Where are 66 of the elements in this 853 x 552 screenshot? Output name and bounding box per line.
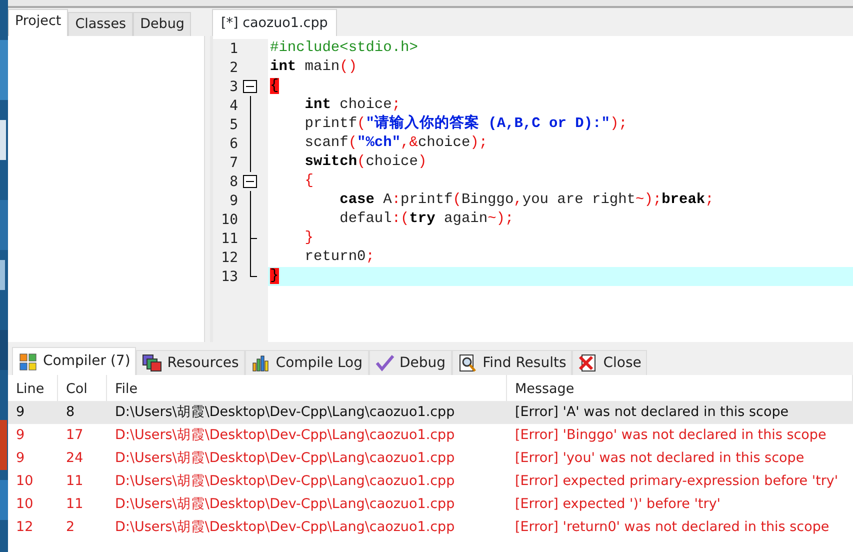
line-number: 4 [228,98,238,114]
table-cell-text: [Error] 'you' was not declared in this scope [514,449,806,468]
code-line: int main() [269,58,358,77]
code-line: return0; [304,248,376,267]
table-cell: 9 [8,401,58,424]
table-cell-text: 10 [15,495,34,514]
table-cell-text: 9 [15,449,26,468]
magnifier-icon [458,354,478,372]
line-number: 3 [228,78,238,94]
table-cell-text: 12 [15,518,34,537]
code-line: } [304,229,315,248]
panel-tab[interactable]: Resources [136,350,245,375]
table-cell-text: [Error] expected primary-expression before 'try' [514,472,840,491]
panel-tab[interactable]: Debug [133,12,192,36]
code-line: switch(choice) [304,153,428,172]
code-line: defaul:(try again~); [338,210,515,229]
close-icon [578,354,598,372]
line-number: 11 [220,230,238,246]
panel-tab[interactable]: Project [8,9,68,36]
panel-tab[interactable]: Classes [68,12,134,36]
check-icon [374,354,395,372]
line-number: 7 [228,154,238,170]
squares-icon [142,354,162,372]
table-cell-text: 9 [15,426,26,445]
table-cell-text: [Error] 'return0' was not declared in this scope [514,518,830,537]
code-line: printf("请输入你的答案 (A,B,C or D):"); [304,115,628,134]
table-cell: [Error] 'A' was not declared in this scope [507,401,853,424]
line-number: 13 [220,268,238,284]
table-cell-text: D:\Users\胡霞\Desktop\Dev-Cpp\Lang\caozuo1.cpp [114,449,456,468]
code-line: scanf("%ch",&choice); [304,134,489,153]
table-cell-text: D:\Users\胡霞\Desktop\Dev-Cpp\Lang\caozuo1.cpp [114,426,456,445]
line-number: 5 [228,116,238,132]
code-line: int choice; [304,96,402,114]
table-cell: 8 [58,401,107,424]
table-cell-text: D:\Users\胡霞\Desktop\Dev-Cpp\Lang\caozuo1.cpp [114,518,456,537]
table-cell-text: D:\Users\胡霞\Desktop\Dev-Cpp\Lang\caozuo1.cpp [114,472,456,491]
panel-tab[interactable]: Find Results [452,350,572,375]
panel-tab[interactable]: Debug [368,350,452,375]
code-line: case A:printf(Binggo,you are right~);break; [338,191,715,210]
table-cell: D:\Users\胡霞\Desktop\Dev-Cpp\Lang\caozuo1.cpp [107,401,507,424]
panel-tab[interactable]: Close [572,350,648,375]
line-number: 6 [228,136,238,152]
file-tab[interactable]: [*] caozuo1.cpp [212,9,337,36]
table-cell-text: 10 [15,472,34,491]
panel-tab[interactable]: Compiler (7) [12,347,136,375]
line-number: 8 [228,174,238,190]
bar-chart-icon [250,354,271,372]
panel-tab[interactable]: Compile Log [244,350,369,375]
line-number: 12 [220,250,238,266]
table-cell-text: 2 [65,518,76,537]
table-cell-text: 11 [65,472,84,491]
table-cell-text: [Error] expected ')' before 'try' [514,495,722,514]
table-cell-text: 24 [65,449,84,468]
table-cell-text: D:\Users\胡霞\Desktop\Dev-Cpp\Lang\caozuo1.cpp [114,495,456,514]
code-line: #include<stdio.h> [269,39,419,58]
fold-toggle-icon[interactable] [242,175,258,188]
line-number: 2 [228,60,238,76]
code-line: { [304,172,315,191]
grid-icon [18,352,38,370]
table-cell-text: 11 [65,495,84,514]
fold-toggle-icon[interactable] [242,80,258,93]
table-cell-text: [Error] 'Binggo' was not declared in this scope [514,426,828,445]
line-number: 1 [228,40,238,56]
line-number: 9 [228,192,238,208]
line-number: 10 [220,212,238,228]
table-cell-text: 17 [65,426,84,445]
